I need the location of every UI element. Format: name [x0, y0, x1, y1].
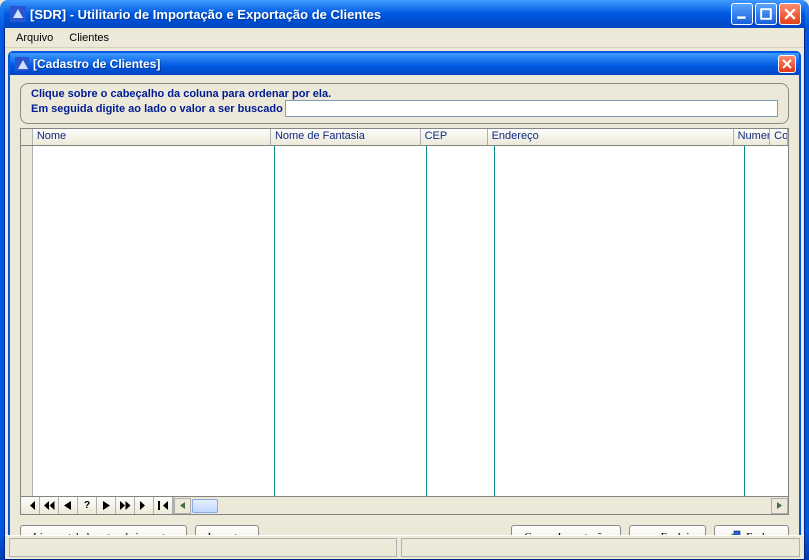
- grid-col-0: [33, 146, 275, 496]
- hint-line2-row: Em seguida digite ao lado o valor a ser …: [31, 100, 778, 117]
- grid-col-3: [495, 146, 745, 496]
- mdi-area: [Cadastro de Clientes] Clique sobre o ca…: [5, 48, 804, 559]
- mdi-body: Clique sobre o cabeçalho da coluna para …: [10, 75, 799, 554]
- outer-title: [SDR] - Utilitario de Importação e Expor…: [30, 7, 731, 22]
- grid-col-2: [427, 146, 495, 496]
- col-co[interactable]: Co: [770, 129, 788, 145]
- mdi-title: [Cadastro de Clientes]: [33, 57, 778, 71]
- menubar: Arquivo Clientes: [5, 28, 804, 48]
- horizontal-scrollbar[interactable]: [173, 497, 788, 514]
- menu-clientes[interactable]: Clientes: [61, 30, 117, 46]
- status-pane-1: [9, 538, 397, 557]
- nav-last[interactable]: [135, 497, 154, 514]
- nav-prior[interactable]: [59, 497, 78, 514]
- hint-panel: Clique sobre o cabeçalho da coluna para …: [20, 83, 789, 124]
- window-controls: [731, 3, 801, 25]
- col-cep[interactable]: CEP: [421, 129, 488, 145]
- app-icon: [10, 6, 26, 22]
- minimize-button[interactable]: [731, 3, 753, 25]
- mdi-close-button[interactable]: [778, 55, 796, 73]
- nav-first[interactable]: [21, 497, 40, 514]
- maximize-button[interactable]: [755, 3, 777, 25]
- col-nome[interactable]: Nome: [33, 129, 271, 145]
- grid-body[interactable]: [21, 146, 788, 496]
- hint-line2: Em seguida digite ao lado o valor a ser …: [31, 103, 283, 115]
- row-indicator-col: [21, 146, 33, 496]
- grid-col-1: [275, 146, 427, 496]
- mdi-titlebar[interactable]: [Cadastro de Clientes]: [10, 53, 799, 75]
- scroll-thumb[interactable]: [192, 499, 218, 513]
- status-pane-2: [401, 538, 800, 557]
- hint-line1: Clique sobre o cabeçalho da coluna para …: [31, 88, 778, 100]
- row-indicator-header: [21, 129, 33, 145]
- nav-next-page[interactable]: [116, 497, 135, 514]
- mdi-icon: [15, 57, 29, 71]
- grid-columns-area: [33, 146, 788, 496]
- nav-prior-page[interactable]: [40, 497, 59, 514]
- nav-insert[interactable]: [154, 497, 173, 514]
- nav-next[interactable]: [97, 497, 116, 514]
- search-input[interactable]: [285, 100, 778, 117]
- data-grid[interactable]: Nome Nome de Fantasia CEP Endereço Numer…: [20, 128, 789, 515]
- grid-header: Nome Nome de Fantasia CEP Endereço Numer…: [21, 129, 788, 146]
- col-endereco[interactable]: Endereço: [488, 129, 734, 145]
- scroll-right-arrow[interactable]: [771, 498, 788, 514]
- menu-arquivo[interactable]: Arquivo: [8, 30, 61, 46]
- outer-window: [SDR] - Utilitario de Importação e Expor…: [0, 0, 809, 560]
- col-nome-fantasia[interactable]: Nome de Fantasia: [271, 129, 421, 145]
- scroll-left-arrow[interactable]: [174, 498, 191, 514]
- close-button[interactable]: [779, 3, 801, 25]
- nav-refresh[interactable]: ?: [78, 497, 97, 514]
- navigator-buttons: ?: [21, 497, 173, 514]
- statusbar: [5, 535, 804, 559]
- mdi-window: [Cadastro de Clientes] Clique sobre o ca…: [8, 51, 801, 556]
- col-numero[interactable]: Numer: [734, 129, 771, 145]
- outer-titlebar[interactable]: [SDR] - Utilitario de Importação e Expor…: [4, 0, 805, 28]
- grid-navigator-row: ?: [21, 496, 788, 514]
- outer-body: Arquivo Clientes [Cadastro de Clientes] …: [4, 28, 805, 560]
